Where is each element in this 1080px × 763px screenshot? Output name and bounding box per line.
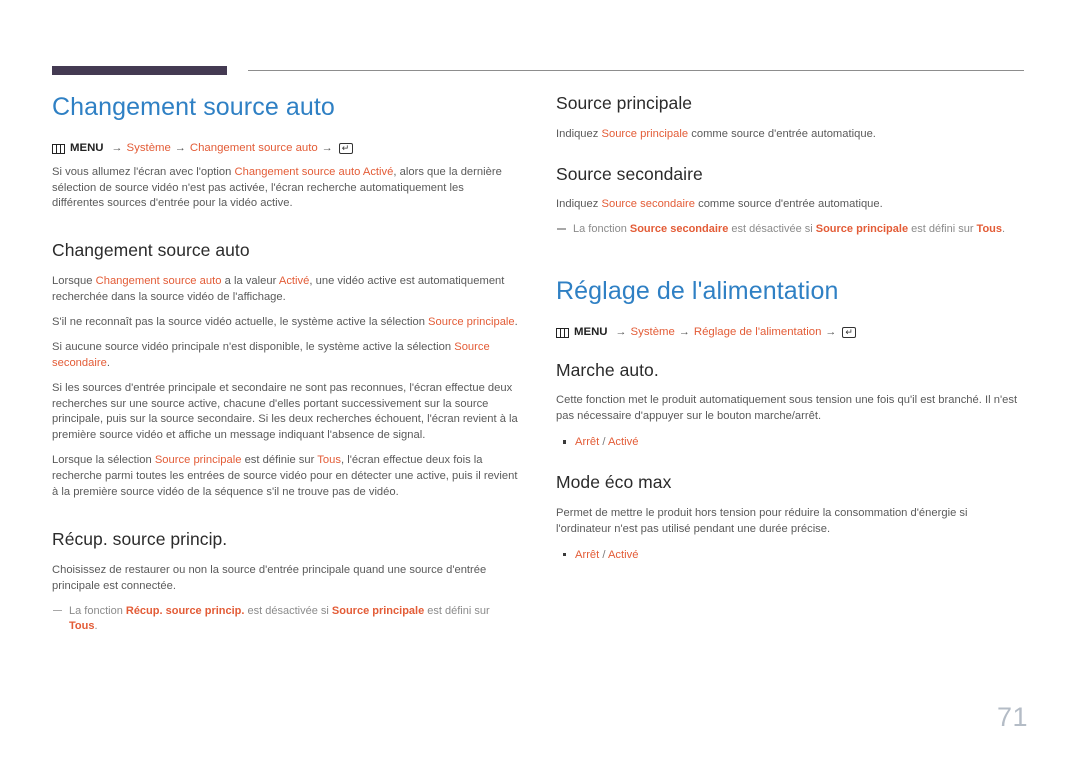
highlight: Source principale [154, 454, 242, 467]
paragraph: Indiquez Source secondaire comme source … [556, 197, 1022, 213]
arrow-icon: → [174, 142, 186, 155]
option-separator: / [599, 548, 608, 561]
text: a la valeur [221, 275, 279, 288]
option-separator: / [599, 436, 608, 449]
text: S'il ne reconnaît pas la source vidéo ac… [52, 315, 429, 328]
manual-page: Changement source auto MENU → Système → … [0, 0, 1080, 763]
section-heading-marche-auto: Marche auto. [556, 359, 659, 380]
text: est définie sur [241, 454, 318, 467]
text: La fonction [573, 223, 630, 236]
highlight: Source secondaire [601, 198, 695, 211]
header-accent-bar [52, 66, 227, 75]
right-column: Source principale Indiquez Source princi… [556, 92, 1022, 563]
page-title-right: Réglage de l'alimentation [556, 276, 839, 305]
text: comme source d'entrée automatique. [694, 198, 883, 211]
menu-label: MENU [70, 142, 104, 155]
highlight: Source principale [428, 315, 515, 328]
page-number: 71 [996, 702, 1028, 732]
header-thin-line [248, 70, 1024, 71]
paragraph: S'il ne reconnaît pas la source vidéo ac… [52, 315, 518, 331]
arrow-icon: → [321, 142, 333, 155]
arrow-icon: → [678, 326, 690, 339]
text: Indiquez [556, 127, 602, 140]
intro-highlight-1: Changement source auto Activé [234, 165, 394, 178]
text: . [514, 315, 518, 328]
section-heading-mode-eco-max: Mode éco max [556, 471, 672, 492]
intro-text-1: Si vous allumez l'écran avec l'option [52, 165, 235, 178]
highlight: Récup. source princip. [125, 604, 245, 617]
text: . [94, 620, 98, 633]
section-heading-source-principale: Source principale [556, 93, 693, 113]
highlight: Source principale [601, 127, 689, 140]
section-heading-source-secondaire: Source secondaire [556, 163, 703, 184]
menu-path-item-reglage-alimentation: Réglage de l'alimentation [693, 326, 822, 339]
menu-path-item-changement-source-auto: Changement source auto [189, 142, 318, 155]
highlight: Source secondaire [629, 223, 729, 236]
text: est défini sur [908, 223, 977, 236]
note-source-secondaire: La fonction Source secondaire est désact… [556, 222, 1022, 238]
list-item: Arrêt / Activé [563, 434, 1022, 451]
highlight: Activé [278, 275, 310, 288]
return-glyph: ↵ [845, 327, 853, 338]
list-item: Arrêt / Activé [563, 547, 1022, 564]
page-title-left: Changement source auto [52, 93, 335, 121]
text: Si aucune source vidéo principale n'est … [52, 340, 455, 353]
text: est désactivée si [728, 223, 816, 236]
option-on: Activé [607, 436, 639, 449]
text: Lorsque la sélection [52, 454, 155, 467]
menu-path-left: MENU → Système → Changement source auto … [52, 142, 518, 155]
option-off: Arrêt [575, 548, 600, 561]
left-column: Changement source auto MENU → Système → … [52, 92, 518, 635]
section-heading-changement-source-auto: Changement source auto [52, 240, 250, 261]
paragraph: Si les sources d'entrée principale et se… [52, 381, 518, 442]
paragraph: Indiquez Source principale comme source … [556, 127, 1022, 143]
header-rule [52, 66, 1024, 76]
highlight: Changement source auto [95, 275, 222, 288]
return-glyph: ↵ [341, 143, 350, 154]
arrow-icon: → [825, 326, 837, 339]
arrow-icon: → [615, 326, 627, 339]
options-list-mode-eco-max: Arrêt / Activé [556, 547, 1022, 564]
paragraph: Si aucune source vidéo principale n'est … [52, 340, 518, 372]
text: . [106, 356, 110, 369]
section-heading-recup-source-princip: Récup. source princip. [52, 529, 228, 549]
paragraph: Lorsque la sélection Source principale e… [52, 453, 518, 501]
option-on: Activé [607, 548, 639, 561]
intro-paragraph: Si vous allumez l'écran avec l'option Ch… [52, 165, 518, 213]
arrow-icon: → [111, 142, 123, 155]
options-list-marche-auto: Arrêt / Activé [556, 434, 1022, 451]
menu-label: MENU [574, 326, 608, 339]
text: La fonction [69, 604, 126, 617]
highlight: Source principale [331, 604, 425, 617]
highlight: Tous [976, 223, 1003, 236]
menu-path-item-systeme: Système [126, 142, 171, 155]
paragraph: Lorsque Changement source auto a la vale… [52, 274, 518, 306]
text: est désactivée si [244, 604, 332, 617]
menu-grid-icon [556, 327, 569, 338]
highlight: Source principale [815, 223, 909, 236]
enter-key-icon: ↵ [842, 327, 857, 339]
paragraph: Choisissez de restaurer ou non la source… [52, 563, 487, 592]
paragraph: Cette fonction met le produit automatiqu… [556, 394, 1018, 423]
text: Lorsque [52, 275, 96, 288]
text: . [1002, 223, 1006, 236]
menu-path-right: MENU → Système → Réglage de l'alimentati… [556, 326, 1022, 339]
highlight: Tous [317, 454, 341, 467]
option-off: Arrêt [575, 436, 600, 449]
menu-grid-icon [52, 143, 65, 154]
note-recup-source-princip: La fonction Récup. source princip. est d… [52, 604, 518, 635]
text: est défini sur [424, 604, 490, 617]
menu-path-item-systeme: Système [630, 326, 675, 339]
paragraph: Permet de mettre le produit hors tension… [556, 506, 968, 535]
highlight: Tous [69, 620, 95, 633]
text: comme source d'entrée automatique. [688, 127, 876, 140]
enter-key-icon: ↵ [338, 143, 353, 155]
text: Indiquez [556, 198, 602, 211]
